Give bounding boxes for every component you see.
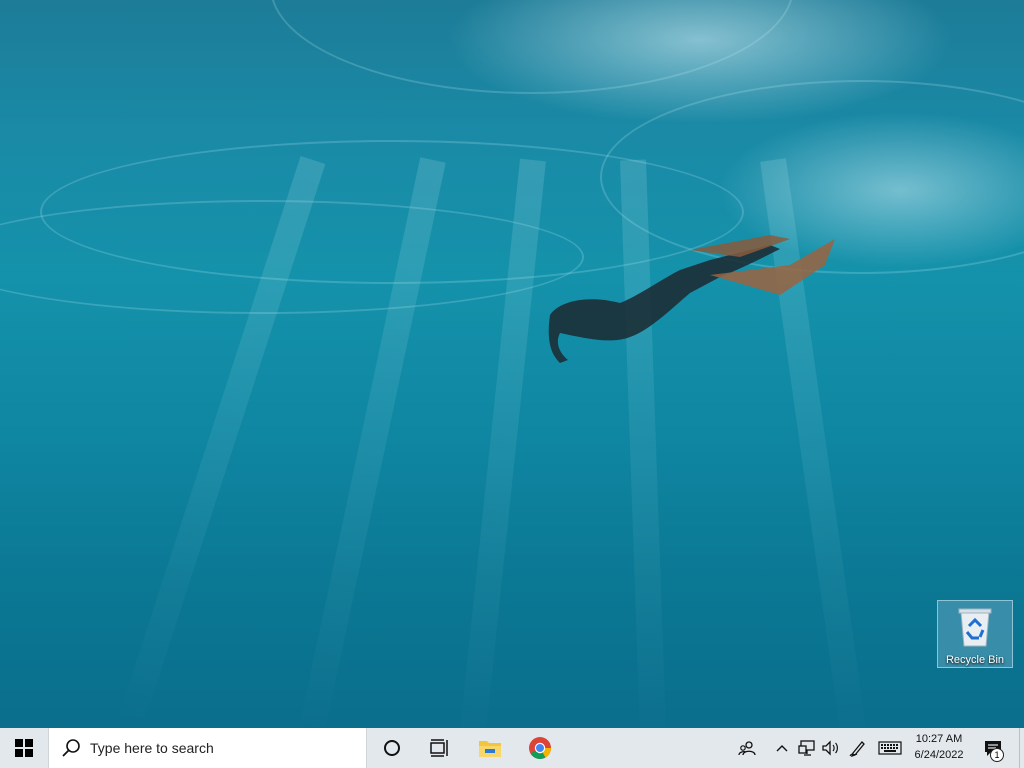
recycle-bin-label: Recycle Bin bbox=[945, 654, 1005, 666]
pen-icon bbox=[849, 741, 865, 757]
volume-button[interactable] bbox=[819, 728, 843, 768]
diver-figure bbox=[548, 235, 835, 363]
file-explorer-icon bbox=[479, 741, 501, 757]
network-icon bbox=[798, 740, 815, 756]
show-hidden-icons-button[interactable] bbox=[772, 728, 792, 768]
clock-date: 6/24/2022 bbox=[914, 749, 964, 761]
show-desktop-button[interactable] bbox=[1019, 728, 1024, 768]
keyboard-icon bbox=[878, 741, 902, 755]
cortana-button[interactable] bbox=[370, 728, 414, 768]
people-button[interactable] bbox=[734, 728, 760, 768]
clock-time: 10:27 AM bbox=[915, 733, 963, 745]
search-input[interactable]: Type here to search bbox=[48, 728, 367, 768]
cortana-circle-icon bbox=[384, 740, 400, 756]
start-button[interactable] bbox=[0, 728, 48, 768]
desktop: Recycle Bin bbox=[0, 0, 1024, 728]
light-ripple bbox=[270, 0, 794, 94]
volume-icon bbox=[822, 740, 838, 756]
search-icon bbox=[62, 739, 80, 757]
windows-logo-icon bbox=[15, 739, 33, 757]
recycle-bin-icon bbox=[958, 608, 992, 647]
network-button[interactable] bbox=[795, 728, 819, 768]
taskbar: Type here to search 10:27 AM 6/24/2022 1 bbox=[0, 728, 1024, 768]
task-view-icon bbox=[430, 739, 448, 757]
file-explorer-button[interactable] bbox=[468, 728, 512, 768]
notification-count-badge: 1 bbox=[990, 748, 1004, 762]
chrome-button[interactable] bbox=[518, 728, 562, 768]
search-placeholder: Type here to search bbox=[90, 740, 214, 756]
touch-keyboard-button[interactable] bbox=[876, 728, 904, 768]
clock-button[interactable]: 10:27 AM 6/24/2022 bbox=[906, 731, 972, 763]
people-icon bbox=[738, 741, 756, 756]
chrome-icon bbox=[529, 737, 551, 759]
recycle-bin-desktop-icon[interactable]: Recycle Bin bbox=[937, 600, 1013, 668]
show-hidden-icons-chevron bbox=[776, 745, 788, 752]
pen-workspace-button[interactable] bbox=[846, 728, 870, 768]
task-view-button[interactable] bbox=[418, 728, 462, 768]
